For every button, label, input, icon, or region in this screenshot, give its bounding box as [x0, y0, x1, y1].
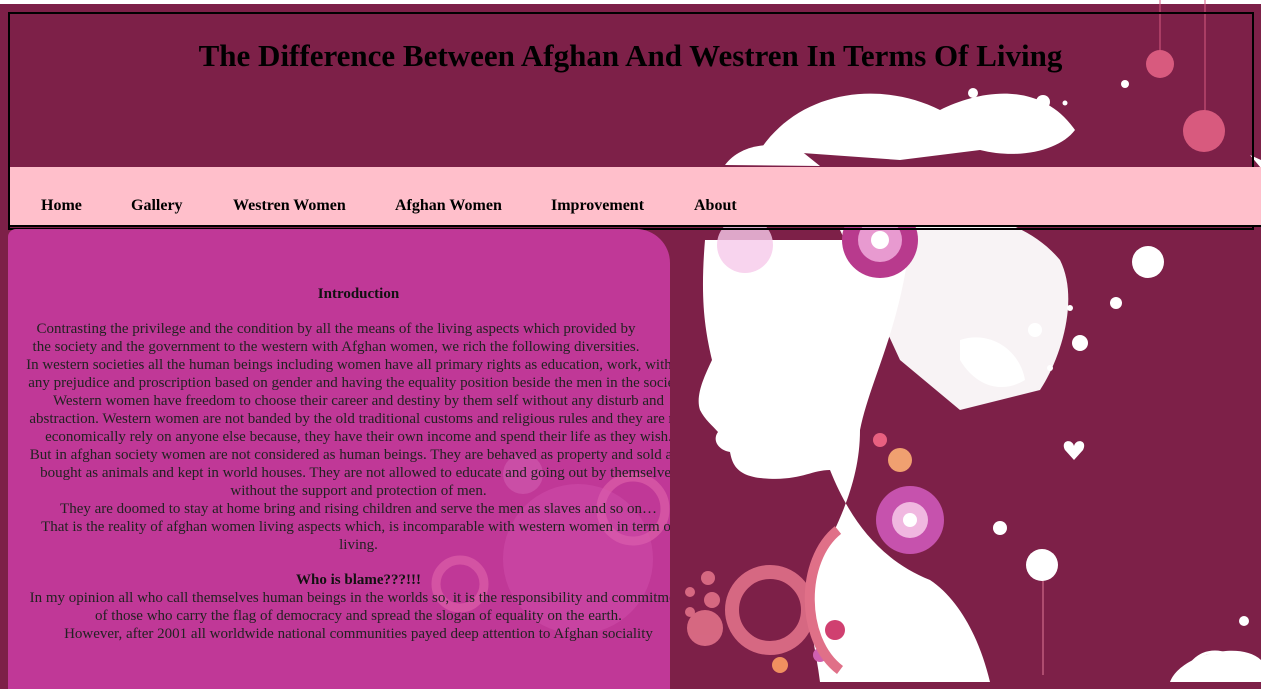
nav-item-home[interactable]: Home	[41, 197, 82, 215]
page-title: The Difference Between Afghan And Westre…	[198, 38, 1063, 73]
paragraph: That is the reality of afghan women livi…	[41, 519, 670, 553]
article: Introduction Contrasting the privilege a…	[26, 285, 670, 643]
nav-item-gallery[interactable]: Gallery	[131, 197, 183, 215]
blame-heading: Who is blame???!!!	[296, 572, 421, 588]
paragraph: However, after 2001 all worldwide nation…	[64, 626, 653, 642]
nav-item-afghan-women[interactable]: Afghan Women	[395, 197, 502, 215]
intro-heading: Introduction	[317, 286, 400, 302]
floral-swirl-decoration	[717, 202, 944, 673]
paragraph: They are doomed to stay at home bring an…	[60, 501, 657, 517]
nav-item-improvement[interactable]: Improvement	[551, 197, 644, 215]
paragraph: But in afghan society women are not cons…	[29, 447, 670, 499]
paragraph: In my opinion all who call themselves hu…	[29, 590, 670, 624]
paragraph: Contrasting the privilege and the condit…	[32, 321, 640, 355]
nav-item-westren-women[interactable]: Westren Women	[233, 197, 346, 215]
content-panel: Introduction Contrasting the privilege a…	[8, 229, 670, 689]
paragraph: In western societies all the human being…	[26, 357, 670, 445]
nav-item-about[interactable]: About	[694, 197, 737, 215]
top-border-strip	[0, 0, 1261, 4]
navbar: Home Gallery Westren Women Afghan Women …	[10, 167, 1261, 227]
